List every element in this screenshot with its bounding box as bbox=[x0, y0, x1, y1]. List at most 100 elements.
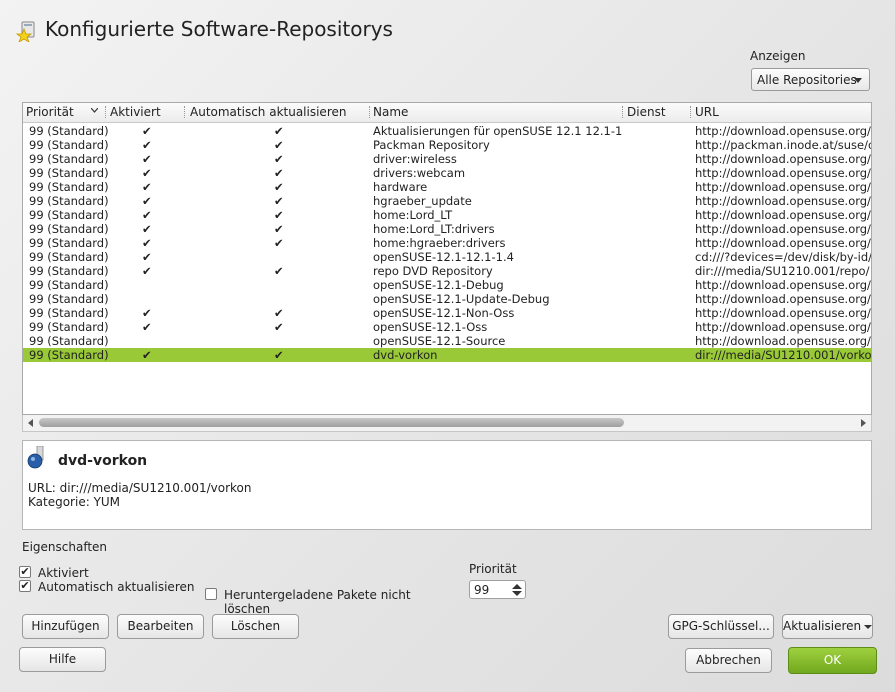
help-button[interactable]: Hilfe bbox=[19, 647, 106, 672]
column-header-enabled[interactable]: Aktiviert bbox=[110, 105, 161, 119]
url-cell: http://download.opensuse.org/di bbox=[695, 320, 871, 334]
enabled-cell: ✔ bbox=[142, 208, 152, 222]
enabled-cell: ✔ bbox=[142, 306, 152, 320]
table-row[interactable]: 99 (Standard) ✔ openSUSE-12.1-12.1-1.4 cd:/… bbox=[23, 250, 871, 264]
table-row[interactable]: 99 (Standard) ✔ ✔ home:Lord_LT http://downlo… bbox=[23, 208, 871, 222]
keep-packages-checkbox-label: Heruntergeladene Pakete nicht löschen bbox=[224, 588, 411, 616]
add-button[interactable]: Hinzufügen bbox=[22, 614, 109, 639]
name-cell: openSUSE-12.1-12.1-1.4 bbox=[373, 250, 514, 264]
scroll-right-icon[interactable] bbox=[861, 419, 866, 427]
priority-cell: 99 (Standard) bbox=[29, 250, 109, 264]
edit-button[interactable]: Bearbeiten bbox=[117, 614, 204, 639]
enabled-cell: ✔ bbox=[142, 180, 152, 194]
filter-select-value: Alle Repositories bbox=[757, 73, 857, 87]
page-title: Konfigurierte Software-Repositorys bbox=[45, 17, 393, 41]
name-cell: repo DVD Repository bbox=[373, 264, 493, 278]
priority-cell: 99 (Standard) bbox=[29, 306, 109, 320]
sort-descending-icon bbox=[91, 108, 98, 113]
column-separator bbox=[622, 106, 624, 118]
priority-spinbox[interactable]: 99 bbox=[469, 580, 526, 599]
dvd-drive-icon bbox=[27, 446, 44, 469]
name-cell: openSUSE-12.1-Oss bbox=[373, 320, 488, 334]
column-separator bbox=[369, 106, 371, 118]
table-header: Priorität Aktiviert Automatisch aktualis… bbox=[23, 103, 871, 123]
autorefresh-checkbox-row[interactable]: ✔ Automatisch aktualisieren bbox=[19, 580, 199, 594]
url-cell: http://download.opensuse.org/up bbox=[695, 124, 871, 138]
autorefresh-cell: ✔ bbox=[274, 306, 284, 320]
column-header-autorefresh[interactable]: Automatisch aktualisieren bbox=[190, 105, 346, 119]
delete-button[interactable]: Löschen bbox=[212, 614, 299, 639]
properties-section-label: Eigenschaften bbox=[22, 540, 108, 554]
table-row[interactable]: 99 (Standard) ✔ ✔ openSUSE-12.1-Non-Oss http… bbox=[23, 306, 871, 320]
url-cell: http://download.opensuse.org/re bbox=[695, 180, 871, 194]
refresh-menu-button[interactable]: Aktualisieren bbox=[782, 614, 873, 639]
priority-cell: 99 (Standard) bbox=[29, 152, 109, 166]
column-separator bbox=[184, 106, 186, 118]
refresh-button-label: Aktualisieren bbox=[783, 619, 862, 633]
gpg-keys-button[interactable]: GPG-Schlüssel... bbox=[668, 614, 774, 639]
priority-cell: 99 (Standard) bbox=[29, 208, 109, 222]
autorefresh-cell: ✔ bbox=[274, 180, 284, 194]
enabled-checkbox[interactable]: ✔ bbox=[19, 566, 31, 578]
keep-packages-checkbox[interactable] bbox=[205, 588, 217, 600]
autorefresh-checkbox-label: Automatisch aktualisieren bbox=[38, 580, 195, 594]
table-row[interactable]: 99 (Standard) ✔ ✔ dvd-vorkon dir:///media/SU… bbox=[23, 348, 871, 362]
enabled-cell: ✔ bbox=[142, 166, 152, 180]
filter-select[interactable]: Alle Repositories bbox=[751, 68, 870, 91]
enabled-checkbox-row[interactable]: ✔ Aktiviert bbox=[19, 566, 119, 580]
name-cell: openSUSE-12.1-Debug bbox=[373, 278, 504, 292]
priority-value: 99 bbox=[474, 583, 490, 597]
table-row[interactable]: 99 (Standard) openSUSE-12.1-Update-Debug h… bbox=[23, 292, 871, 306]
autorefresh-cell: ✔ bbox=[274, 166, 284, 180]
table-row[interactable]: 99 (Standard) ✔ ✔ hgraeber_update http://dow… bbox=[23, 194, 871, 208]
url-cell: http://download.opensuse.org/di bbox=[695, 306, 871, 320]
table-row[interactable]: 99 (Standard) openSUSE-12.1-Source http://… bbox=[23, 334, 871, 348]
cancel-button[interactable]: Abbrechen bbox=[685, 648, 772, 673]
name-cell: driver:wireless bbox=[373, 152, 457, 166]
repository-table[interactable]: Priorität Aktiviert Automatisch aktualis… bbox=[22, 102, 872, 415]
url-cell: dir:///media/SU1210.001/repo/ bbox=[695, 264, 870, 278]
name-cell: home:hgraeber:drivers bbox=[373, 236, 506, 250]
priority-cell: 99 (Standard) bbox=[29, 334, 109, 348]
autorefresh-cell: ✔ bbox=[274, 264, 284, 278]
table-row[interactable]: 99 (Standard) ✔ ✔ repo DVD Repository dir://… bbox=[23, 264, 871, 278]
spin-down-icon[interactable] bbox=[512, 591, 522, 596]
autorefresh-cell: ✔ bbox=[274, 348, 284, 362]
autorefresh-cell: ✔ bbox=[274, 124, 284, 138]
table-row[interactable]: 99 (Standard) ✔ ✔ Aktualisierungen für open… bbox=[23, 124, 871, 138]
spin-up-icon[interactable] bbox=[512, 584, 522, 589]
table-row[interactable]: 99 (Standard) ✔ ✔ home:hgraeber:drivers http… bbox=[23, 236, 871, 250]
table-row[interactable]: 99 (Standard) openSUSE-12.1-Debug http://d… bbox=[23, 278, 871, 292]
table-row[interactable]: 99 (Standard) ✔ ✔ drivers:webcam http://down… bbox=[23, 166, 871, 180]
column-header-url[interactable]: URL bbox=[695, 105, 719, 119]
scrollbar-thumb[interactable] bbox=[39, 418, 624, 427]
autorefresh-checkbox[interactable]: ✔ bbox=[19, 580, 31, 592]
table-row[interactable]: 99 (Standard) ✔ ✔ driver:wireless http://dow… bbox=[23, 152, 871, 166]
url-cell: http://download.opensuse.org/de bbox=[695, 278, 871, 292]
priority-cell: 99 (Standard) bbox=[29, 194, 109, 208]
keep-packages-checkbox-row[interactable]: Heruntergeladene Pakete nicht löschen bbox=[205, 588, 450, 616]
priority-cell: 99 (Standard) bbox=[29, 124, 109, 138]
column-header-name[interactable]: Name bbox=[373, 105, 408, 119]
enabled-cell: ✔ bbox=[142, 320, 152, 334]
table-row[interactable]: 99 (Standard) ✔ ✔ openSUSE-12.1-Oss http://d… bbox=[23, 320, 871, 334]
name-cell: openSUSE-12.1-Non-Oss bbox=[373, 306, 515, 320]
column-header-service[interactable]: Dienst bbox=[627, 105, 666, 119]
url-cell: http://download.opensuse.org/re bbox=[695, 222, 871, 236]
name-cell: openSUSE-12.1-Update-Debug bbox=[373, 292, 550, 306]
enabled-cell: ✔ bbox=[142, 348, 152, 362]
priority-cell: 99 (Standard) bbox=[29, 264, 109, 278]
enabled-cell: ✔ bbox=[142, 124, 152, 138]
column-header-priority[interactable]: Priorität bbox=[26, 105, 74, 119]
name-cell: hgraeber_update bbox=[373, 194, 472, 208]
url-cell: http://download.opensuse.org/re bbox=[695, 236, 871, 250]
ok-button[interactable]: OK bbox=[788, 647, 877, 674]
table-row[interactable]: 99 (Standard) ✔ ✔ home:Lord_LT:drivers http:… bbox=[23, 222, 871, 236]
scroll-left-icon[interactable] bbox=[28, 419, 33, 427]
table-row[interactable]: 99 (Standard) ✔ ✔ hardware http://download.o… bbox=[23, 180, 871, 194]
autorefresh-cell: ✔ bbox=[274, 138, 284, 152]
table-row[interactable]: 99 (Standard) ✔ ✔ Packman Repository http://… bbox=[23, 138, 871, 152]
priority-cell: 99 (Standard) bbox=[29, 222, 109, 236]
horizontal-scrollbar[interactable] bbox=[22, 415, 872, 432]
autorefresh-cell: ✔ bbox=[274, 152, 284, 166]
